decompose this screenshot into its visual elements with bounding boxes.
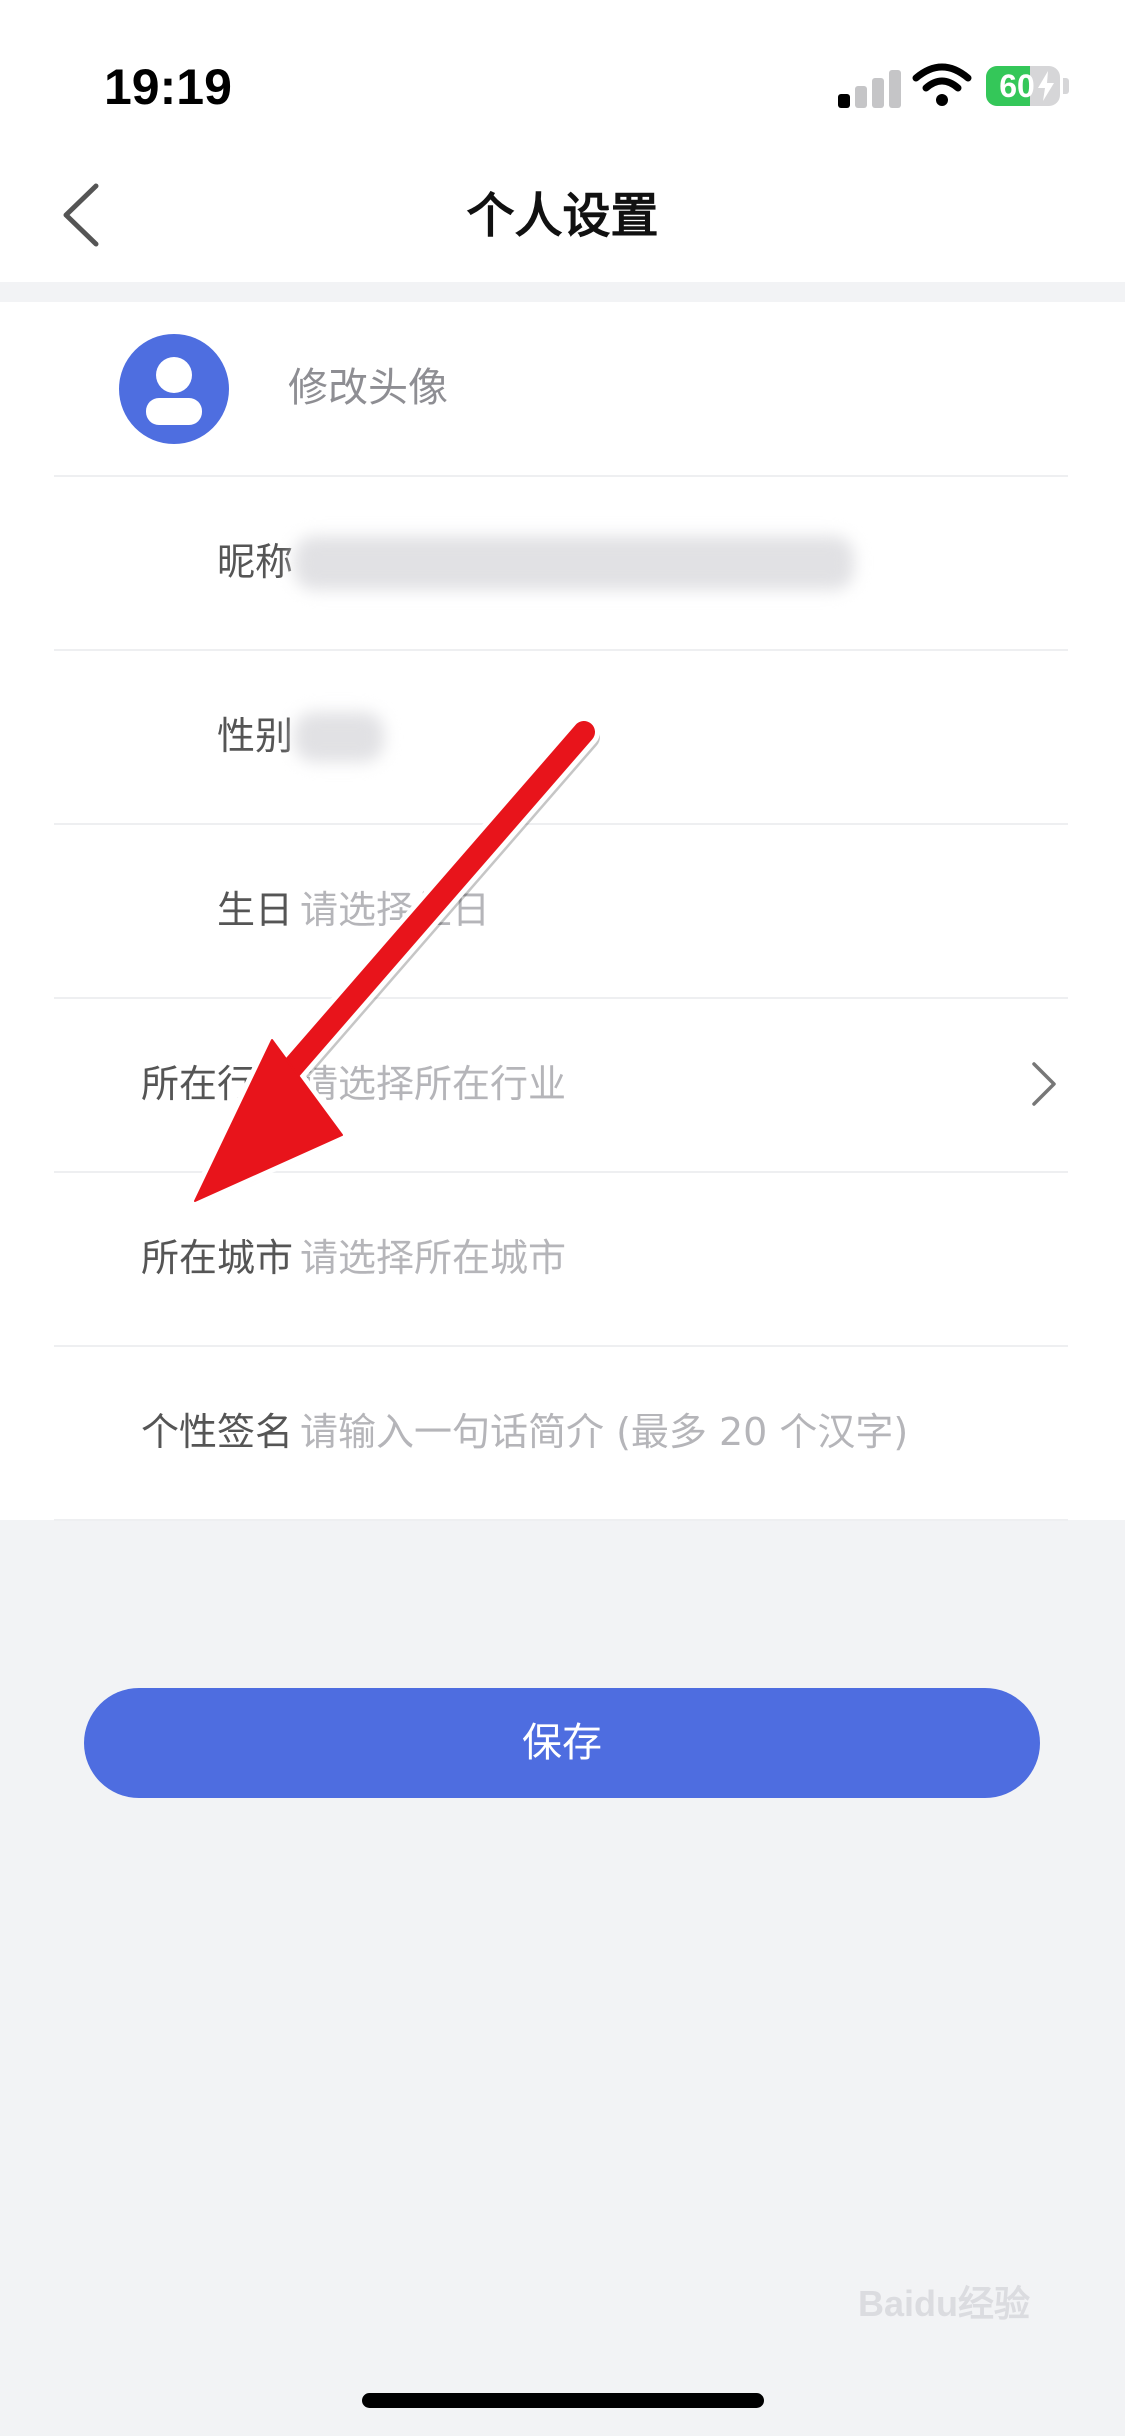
change-avatar-label: 修改头像 — [288, 365, 448, 411]
user-avatar-icon — [146, 357, 202, 425]
chevron-right-icon[interactable] — [1030, 1060, 1058, 1108]
birthday-label: 生日 — [216, 888, 293, 932]
battery-cap — [1063, 78, 1069, 94]
charging-bolt-icon — [1038, 71, 1054, 101]
birthday-row[interactable]: 生日 请选择生日 — [54, 824, 1068, 999]
city-row[interactable]: 所在城市 请选择所在城市 — [54, 1172, 1068, 1347]
save-button[interactable]: 保存 — [84, 1688, 1040, 1798]
profile-settings-card: 修改头像 昵称 性别 生日 请选择生日 所在行业 请选择所在行业 所在城市 请选… — [0, 302, 1125, 1521]
avatar[interactable] — [119, 334, 229, 444]
signature-label: 个性签名 — [140, 1410, 293, 1454]
status-time: 19:19 — [104, 59, 232, 115]
signature-input[interactable]: 请输入一句话简介 (最多 20 个汉字) — [300, 1346, 908, 1519]
industry-row[interactable]: 所在行业 请选择所在行业 — [54, 998, 1068, 1173]
city-picker[interactable]: 请选择所在城市 — [300, 1172, 566, 1345]
cellular-signal-icon — [838, 66, 902, 108]
city-label: 所在城市 — [140, 1236, 293, 1280]
birthday-picker[interactable]: 请选择生日 — [300, 824, 490, 997]
gender-redacted-blur — [294, 712, 384, 762]
industry-label: 所在行业 — [140, 1062, 293, 1106]
gender-row[interactable]: 性别 — [54, 650, 1068, 825]
wifi-icon — [912, 63, 972, 106]
back-chevron-icon[interactable] — [56, 180, 106, 250]
gender-label: 性别 — [216, 714, 293, 758]
home-indicator[interactable] — [362, 2393, 764, 2408]
nickname-redacted-blur — [294, 536, 854, 590]
status-bar: 19:19 60 — [0, 0, 1125, 150]
watermark-text: Baidu经验 — [858, 2283, 1031, 2324]
avatar-row[interactable]: 修改头像 — [54, 302, 1068, 477]
nickname-row[interactable]: 昵称 — [54, 476, 1068, 651]
battery-icon: 60 — [986, 66, 1060, 106]
industry-picker[interactable]: 请选择所在行业 — [300, 998, 566, 1171]
watermark: Baidu经验 — [858, 2264, 1068, 2344]
page-title: 个人设置 — [466, 188, 659, 244]
navigation-bar: 个人设置 — [0, 150, 1125, 282]
nickname-label: 昵称 — [216, 540, 293, 584]
signature-row[interactable]: 个性签名 请输入一句话简介 (最多 20 个汉字) — [54, 1346, 1068, 1521]
